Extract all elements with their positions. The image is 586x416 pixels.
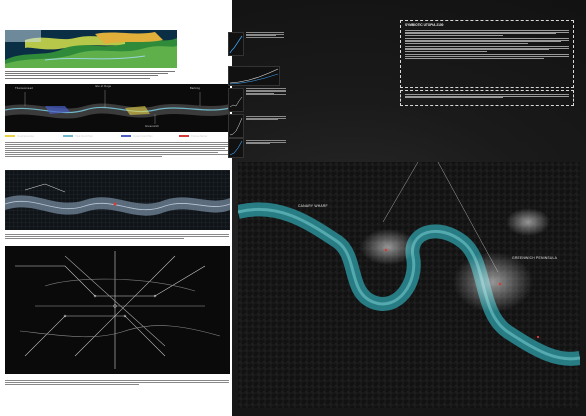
chart-population-text: [246, 140, 286, 145]
legend-swatch: [179, 135, 189, 137]
legend-label: Flood Extensive: [17, 134, 35, 138]
utopia-note-box: [400, 90, 574, 106]
legend-item-flood-extensive: Flood Extensive: [5, 134, 34, 138]
chart-sea-level-graphic: [229, 68, 279, 85]
flood-plain-graphic: [5, 90, 230, 124]
chart-rainfall-graphic: [229, 35, 243, 54]
utopia-text-box: SYMBIOTIC UTOPIA 2100: [400, 20, 574, 88]
satellite-map: CANARY WHARF GREENWICH PENINSULA: [238, 162, 580, 408]
legend-item-barrier: Thames Barrier: [179, 134, 207, 138]
bottom-paragraph: [5, 380, 229, 392]
thames-label-b: Isle of Dogs: [95, 85, 112, 88]
legend-swatch: [63, 135, 73, 137]
legend-swatch: [5, 135, 15, 137]
canary-wharf-label: CANARY WHARF: [298, 204, 328, 208]
chart-barrier-graphic: [229, 117, 243, 136]
thames-label-c: Greenwich: [145, 125, 160, 128]
chart-temperature-text: [246, 88, 286, 96]
river-grid-map: [5, 170, 230, 230]
legend-label: Thames Barrier: [191, 134, 208, 138]
greenwich-peninsula-label: GREENWICH PENINSULA: [512, 256, 558, 260]
metro-paragraph: [5, 234, 229, 244]
tube-map-graphic: [15, 251, 221, 369]
flood-plain-map: Thamesmead Isle of Dogs Greenwich Barkin…: [5, 84, 230, 132]
chart-barrier: [228, 114, 244, 138]
chart-temperature-graphic: [229, 96, 243, 108]
intro-paragraph: [5, 70, 175, 82]
satellite-map-graphic: [238, 162, 580, 408]
river-grid-graphic: [5, 170, 230, 230]
chart-rainfall: [228, 32, 244, 56]
terrain-map-graphic: [5, 30, 177, 68]
chart-rainfall-text: [246, 32, 284, 38]
chart-population-graphic: [229, 140, 243, 156]
legend-label: Fluvial Flood Plain: [133, 134, 153, 138]
legend-label: Tidal Flood Plain: [75, 134, 93, 138]
legend-item-tidal: Tidal Flood Plain: [63, 134, 93, 138]
utopia-body: [405, 30, 569, 59]
flood-legend: Flood Extensive Tidal Flood Plain Fluvia…: [5, 134, 230, 139]
legend-swatch: [121, 135, 131, 137]
chart-barrier-text: [246, 116, 286, 121]
chart-sea-level: [228, 66, 280, 86]
utopia-title: SYMBIOTIC UTOPIA 2100: [405, 23, 444, 27]
thames-label-a: Thamesmead: [15, 87, 33, 90]
chart-population: [228, 138, 244, 158]
thames-label-d: Barking: [190, 87, 201, 90]
terrain-map: [5, 30, 177, 68]
flood-paragraph: [5, 142, 229, 168]
tube-map: [5, 246, 230, 374]
legend-item-fluvial: Fluvial Flood Plain: [121, 134, 153, 138]
chart-temperature: [228, 88, 244, 112]
